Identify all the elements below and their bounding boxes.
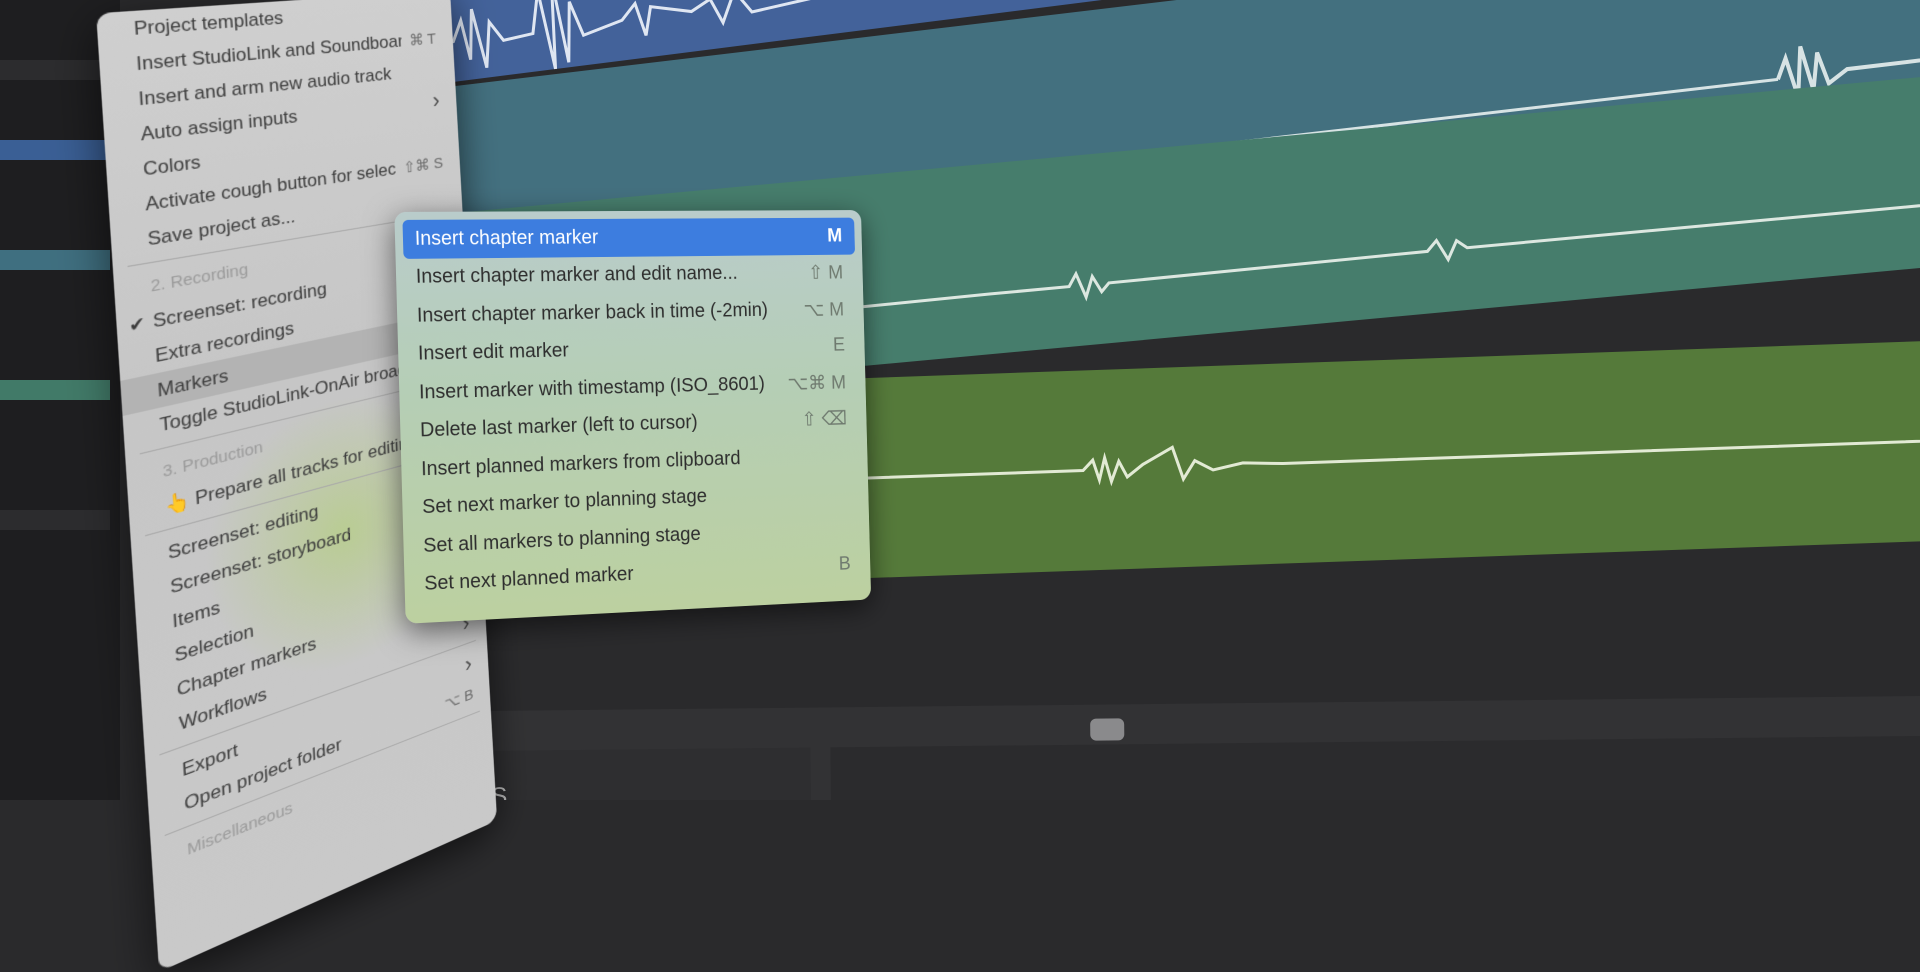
- bottom-panel: ⚙ ? LUFS: [390, 695, 1920, 800]
- menu-item-shortcut: ⇧⌘ S: [402, 153, 444, 177]
- markers-submenu: Insert chapter marker M Insert chapter mar…: [394, 210, 872, 624]
- submenu-item-shortcut: ⌥⌘ M: [787, 372, 847, 395]
- submenu-item-label: Insert chapter marker and edit name...: [415, 262, 738, 288]
- scrollbar-handle[interactable]: [1090, 718, 1125, 741]
- submenu-item-insert-chapter-marker-and-edit-name[interactable]: Insert chapter marker and edit name... ⇧ …: [404, 254, 856, 297]
- chevron-right-icon: ›: [431, 86, 441, 113]
- menu-item-shortcut: ⌥ B: [443, 685, 474, 713]
- submenu-item-label: Insert chapter marker: [414, 226, 599, 250]
- submenu-item-shortcut: ⌥ M: [803, 299, 845, 321]
- submenu-item-label: Delete last marker (left to cursor): [419, 411, 698, 442]
- chevron-right-icon: ›: [464, 650, 473, 677]
- track-control-panel: [0, 0, 120, 800]
- checkmark-icon: ✔: [128, 313, 146, 337]
- submenu-item-shortcut: ⇧ M: [807, 262, 844, 284]
- transport-panel: [830, 734, 1920, 800]
- submenu-item-label: Insert chapter marker back in time (-2mi…: [416, 299, 769, 327]
- menu-item-shortcut: ⌘ T: [408, 29, 437, 50]
- submenu-item-label: Insert edit marker: [417, 339, 569, 365]
- submenu-item-label: Insert marker with timestamp (ISO_8601): [418, 373, 766, 404]
- submenu-item-shortcut: B: [838, 553, 851, 575]
- submenu-item-insert-chapter-marker[interactable]: Insert chapter marker M: [402, 217, 856, 259]
- submenu-item-shortcut: M: [826, 225, 843, 247]
- submenu-item-shortcut: ⇧ ⌫: [801, 408, 848, 431]
- submenu-item-shortcut: E: [832, 334, 846, 356]
